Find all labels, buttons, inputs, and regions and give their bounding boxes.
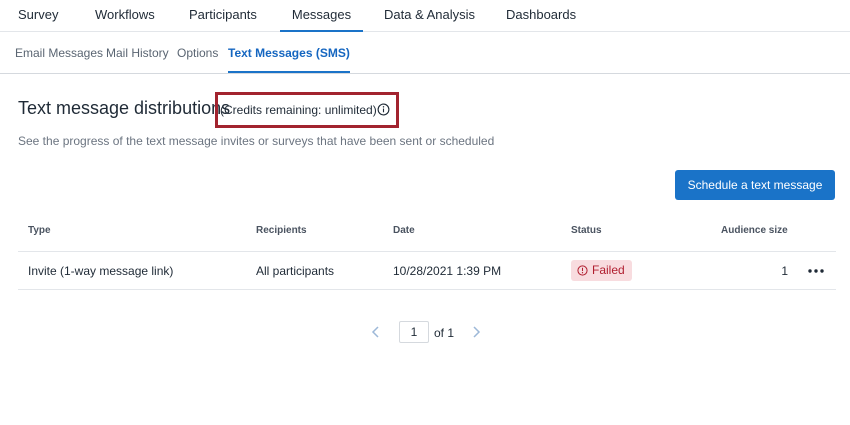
subtab-options[interactable]: Options [177, 32, 218, 73]
tab-survey[interactable]: Survey [18, 0, 58, 32]
credits-remaining: (Credits remaining: unlimited) [220, 103, 377, 117]
column-header-type[interactable]: Type [28, 225, 51, 236]
status-badge: Failed [571, 260, 632, 281]
page-title: Text message distributions [18, 98, 231, 118]
column-header-recipients[interactable]: Recipients [256, 225, 307, 236]
page-subtitle: See the progress of the text message inv… [18, 134, 495, 148]
top-nav: Survey Workflows Participants Messages D… [0, 0, 850, 32]
tab-data-analysis[interactable]: Data & Analysis [384, 0, 475, 32]
sub-nav: Email Messages Mail History Options Text… [0, 32, 850, 74]
chevron-left-icon[interactable] [370, 325, 382, 339]
alert-circle-icon [577, 265, 588, 276]
subtab-email-messages[interactable]: Email Messages [15, 32, 103, 73]
schedule-text-message-button[interactable]: Schedule a text message [675, 170, 835, 200]
tab-messages[interactable]: Messages [280, 0, 363, 32]
cell-type: Invite (1-way message link) [28, 264, 174, 278]
column-header-status[interactable]: Status [571, 225, 602, 236]
chevron-right-icon[interactable] [470, 325, 482, 339]
more-horizontal-icon[interactable] [806, 263, 826, 279]
table-row[interactable]: Invite (1-way message link) All particip… [18, 252, 836, 290]
cell-recipients: All participants [256, 264, 335, 278]
tab-participants[interactable]: Participants [189, 0, 257, 32]
column-header-audience-size[interactable]: Audience size [721, 225, 788, 236]
subtab-text-messages-sms[interactable]: Text Messages (SMS) [228, 32, 350, 73]
page-number-input[interactable] [399, 321, 429, 343]
tab-workflows[interactable]: Workflows [95, 0, 155, 32]
tab-dashboards[interactable]: Dashboards [506, 0, 576, 32]
column-header-date[interactable]: Date [393, 225, 415, 236]
info-icon[interactable] [377, 103, 390, 116]
subtab-mail-history[interactable]: Mail History [106, 32, 169, 73]
cell-date: 10/28/2021 1:39 PM [393, 264, 502, 278]
page-count: of 1 [434, 326, 455, 340]
table-header: Type Recipients Date Status Audience siz… [18, 212, 836, 252]
cell-audience-size: 1 [781, 264, 788, 278]
status-label: Failed [592, 263, 625, 277]
